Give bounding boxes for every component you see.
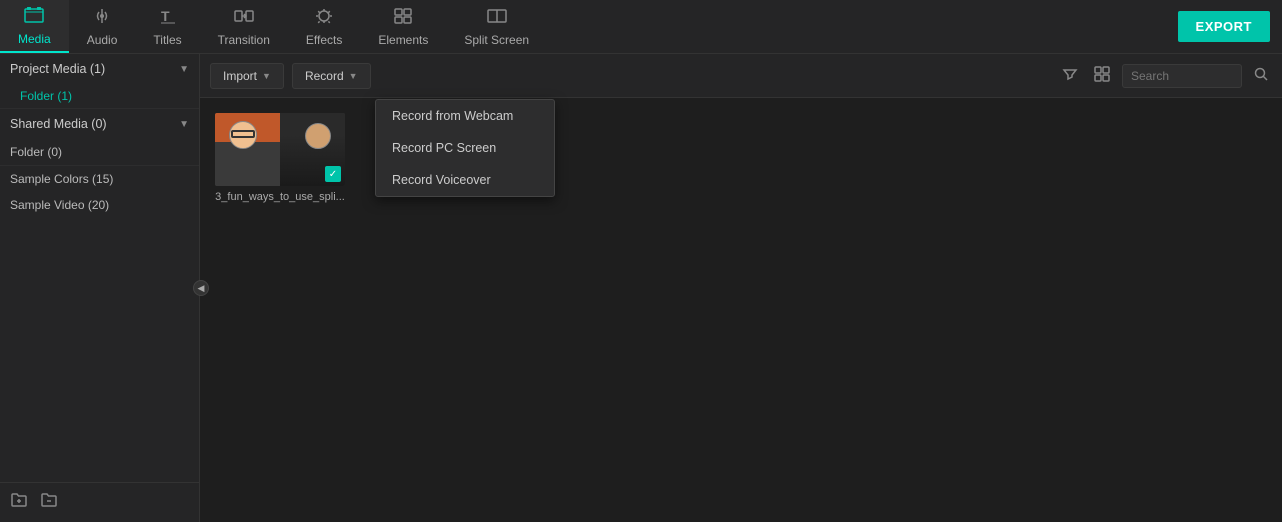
sidebar: Project Media (1) ▼ Folder (1) Shared Me… [0,54,200,522]
media-item-label: 3_fun_ways_to_use_spli... [215,191,345,203]
media-item[interactable]: ✓ 3_fun_ways_to_use_spli... [215,113,345,203]
export-button[interactable]: EXPORT [1178,11,1270,42]
thumb-glasses [231,130,255,138]
media-panel: Import ▼ Record ▼ [200,54,1282,522]
nav-transition[interactable]: Transition [200,0,288,53]
thumb-head-right [305,123,331,149]
nav-titles-label: Titles [153,33,181,47]
record-pcscreen-item[interactable]: Record PC Screen [376,132,554,164]
folder-1-item[interactable]: Folder (1) [0,84,199,108]
record-chevron-icon: ▼ [349,71,358,81]
effects-icon [314,7,334,30]
nav-splitscreen-label: Split Screen [464,33,529,47]
import-chevron-icon: ▼ [262,71,271,81]
media-grid: ✓ 3_fun_ways_to_use_spli... [200,98,1282,522]
chevron-down-icon: ▼ [179,64,189,75]
sidebar-collapse-handle[interactable]: ◀ [193,280,209,296]
folder-0-item[interactable]: Folder (0) [0,139,199,165]
nav-elements[interactable]: Elements [360,0,446,53]
shared-media-header[interactable]: Shared Media (0) ▼ [0,109,199,139]
search-input[interactable] [1122,64,1242,88]
record-label: Record [305,69,344,83]
elements-icon [393,7,413,30]
media-icon [24,6,44,29]
toolbar-right [1058,62,1272,89]
chevron-down-icon-2: ▼ [179,119,189,130]
nav-media[interactable]: Media [0,0,69,53]
delete-folder-icon[interactable] [40,491,58,514]
shared-media-label: Shared Media (0) [10,117,107,131]
project-media-section: Project Media (1) ▼ Folder (1) [0,54,199,109]
record-dropdown: Record from Webcam Record PC Screen Reco… [375,99,555,197]
splitscreen-icon [487,7,507,30]
nav-effects-label: Effects [306,33,342,47]
sample-colors-item[interactable]: Sample Colors (15) [0,166,199,192]
record-webcam-item[interactable]: Record from Webcam [376,100,554,132]
media-thumbnail: ✓ [215,113,345,186]
import-button[interactable]: Import ▼ [210,63,284,89]
shared-media-section: Shared Media (0) ▼ Folder (0) [0,109,199,166]
nav-splitscreen[interactable]: Split Screen [446,0,547,53]
project-media-label: Project Media (1) [10,62,105,76]
audio-icon [93,7,111,30]
nav-media-label: Media [18,32,51,46]
filter-icon[interactable] [1058,62,1082,89]
nav-titles[interactable]: T Titles [135,0,199,53]
add-folder-icon[interactable] [10,491,28,514]
import-label: Import [223,69,257,83]
titles-icon: T [159,7,177,30]
project-media-header[interactable]: Project Media (1) ▼ [0,54,199,84]
nav-effects[interactable]: Effects [288,0,360,53]
nav-elements-label: Elements [378,33,428,47]
record-button[interactable]: Record ▼ [292,63,371,89]
record-voiceover-item[interactable]: Record Voiceover [376,164,554,196]
top-nav: Media Audio T Titles [0,0,1282,54]
sample-video-item[interactable]: Sample Video (20) [0,192,199,218]
media-toolbar: Import ▼ Record ▼ [200,54,1282,98]
search-icon[interactable] [1250,63,1272,88]
nav-audio-label: Audio [87,33,118,47]
main-content: Project Media (1) ▼ Folder (1) Shared Me… [0,54,1282,522]
sidebar-bottom [0,482,199,522]
thumb-checkmark-icon: ✓ [325,166,341,182]
transition-icon [234,7,254,30]
nav-audio[interactable]: Audio [69,0,136,53]
grid-view-icon[interactable] [1090,62,1114,89]
nav-transition-label: Transition [218,33,270,47]
svg-text:T: T [161,8,170,24]
